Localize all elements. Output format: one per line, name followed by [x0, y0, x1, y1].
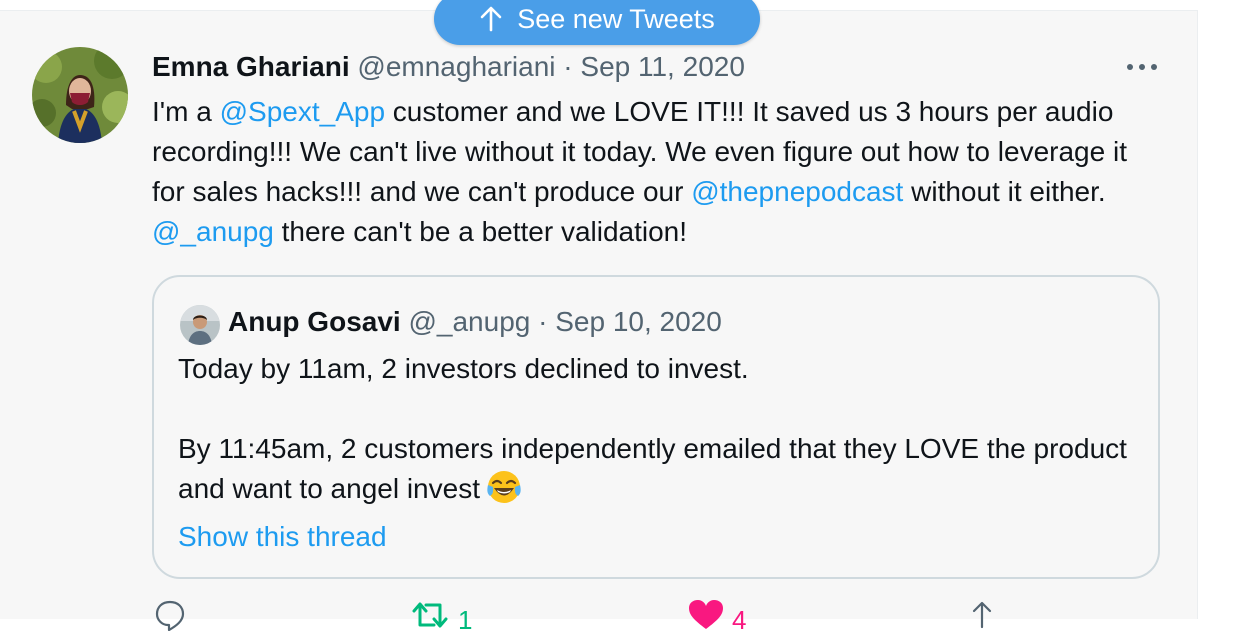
avatar[interactable]: [32, 47, 128, 143]
share-button[interactable]: [968, 599, 1004, 638]
see-new-tweets-label: See new Tweets: [517, 3, 715, 34]
separator-dot: ·: [538, 306, 548, 337]
share-icon: [968, 599, 996, 638]
quoted-avatar[interactable]: [180, 305, 220, 345]
timeline-viewport: See new Tweets Emna Ghariani @emnagharia…: [0, 0, 1240, 635]
heart-icon: [688, 599, 724, 638]
reply-button[interactable]: [154, 599, 194, 638]
reply-icon: [154, 599, 186, 638]
quoted-paragraph: By 11:45am, 2 customers independently em…: [178, 429, 1138, 509]
tweet-actions: 1 4: [0, 599, 1197, 635]
retweet-count: 1: [458, 605, 473, 635]
tweet-text: I'm a @Spext_App customer and we LOVE IT…: [152, 92, 1162, 252]
tweet-text-part: without it either.: [903, 176, 1106, 207]
quoted-line: Today by 11am, 2 investors declined to i…: [178, 353, 749, 384]
quoted-author-handle[interactable]: @_anupg: [408, 306, 530, 337]
quoted-header: Anup Gosavi @_anupg · Sep 10, 2020: [228, 304, 722, 340]
retweet-button[interactable]: 1: [410, 599, 472, 638]
quoted-text: Today by 11am, 2 investors declined to i…: [178, 349, 1138, 509]
right-gutter: [1198, 0, 1240, 618]
retweet-icon: [410, 599, 450, 638]
mention-link[interactable]: @Spext_App: [220, 96, 385, 127]
tweet-header: Emna Ghariani @emnaghariani · Sep 11, 20…: [152, 49, 745, 85]
mention-link[interactable]: @_anupg: [152, 216, 274, 247]
tweet-date[interactable]: Sep 11, 2020: [580, 51, 745, 82]
separator-dot: ·: [563, 51, 573, 82]
tweet-text-part: there can't be a better validation!: [273, 216, 688, 247]
tweet-card[interactable]: See new Tweets Emna Ghariani @emnagharia…: [0, 0, 1198, 635]
tweet-text-part: I'm a: [152, 96, 220, 127]
quoted-date[interactable]: Sep 10, 2020: [555, 306, 722, 337]
show-thread-link[interactable]: Show this thread: [178, 519, 387, 555]
author-name[interactable]: Emna Ghariani: [152, 51, 350, 82]
like-button[interactable]: 4: [688, 599, 746, 638]
quoted-author-name[interactable]: Anup Gosavi: [228, 306, 401, 337]
more-options-button[interactable]: [1122, 51, 1162, 83]
tears-of-joy-emoji-icon: [486, 469, 522, 505]
like-count: 4: [732, 605, 747, 635]
mention-link[interactable]: @thepnepodcast: [691, 176, 903, 207]
see-new-tweets-button[interactable]: See new Tweets: [434, 0, 760, 45]
arrow-up-icon: [479, 6, 503, 32]
author-handle[interactable]: @emnaghariani: [357, 51, 555, 82]
quoted-tweet[interactable]: Anup Gosavi @_anupg · Sep 10, 2020 Today…: [152, 275, 1160, 579]
quoted-line: By 11:45am, 2 customers independently em…: [178, 433, 1127, 504]
more-icon: [1126, 58, 1158, 76]
